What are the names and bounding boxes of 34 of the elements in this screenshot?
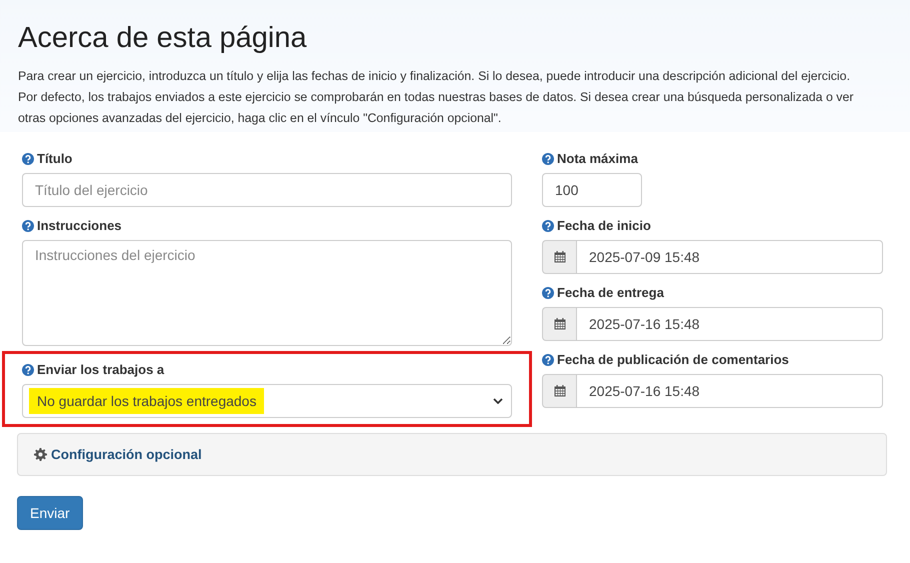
help-icon[interactable] [22, 152, 34, 164]
help-icon[interactable] [22, 220, 34, 232]
page-heading: Acerca de esta página [18, 22, 307, 55]
calendar-icon [554, 318, 566, 330]
field-label: Instrucciones [37, 218, 122, 233]
date-field[interactable]: 2025-07-16 15:48 [576, 374, 883, 408]
calendar-icon [554, 251, 566, 263]
submission-dropdown[interactable]: No guardar los trabajos entregados [22, 384, 512, 418]
optional-settings-panel[interactable]: Configuración opcional [17, 433, 887, 476]
max-grade-field[interactable]: 100 [542, 173, 642, 207]
help-icon[interactable] [542, 354, 554, 366]
chevron-icon [493, 398, 503, 404]
submit-button[interactable]: Enviar [17, 496, 83, 530]
panel-title[interactable]: Configuración opcional [51, 447, 202, 462]
field-label: Fecha de publicación de comentarios [557, 352, 789, 367]
field-label: Enviar los trabajos a [37, 362, 164, 377]
field-label: Título [37, 151, 72, 166]
calendar-icon [554, 385, 566, 397]
instructions-field[interactable]: Instrucciones del ejercicio [22, 240, 512, 346]
calendar-addon[interactable] [542, 240, 576, 274]
date-field[interactable]: 2025-07-16 15:48 [576, 307, 883, 341]
help-icon[interactable] [542, 152, 554, 164]
help-icon[interactable] [22, 364, 34, 376]
calendar-addon[interactable] [542, 374, 576, 408]
title-field[interactable]: Título del ejercicio [22, 173, 512, 207]
field-label: Fecha de inicio [557, 218, 651, 233]
date-field[interactable]: 2025-07-09 15:48 [576, 240, 883, 274]
field-label: Nota máxima [557, 151, 638, 166]
intro-paragraph: Para crear un ejercicio, introduzca un título y elija las fechas de inicio y finalización. Si lo desea, puede introducir una descripción adicional del ejercicio. Por defecto, los trabajos enviados a este ejercicio se comprobarán en todas nuestras bases de datos. Si desea crear una búsqueda personalizada o ver otras opciones avanzadas del ejercicio, haga clic en el vínculo "Configuración opcional". [18, 68, 855, 127]
help-icon[interactable] [542, 220, 554, 232]
help-icon[interactable] [542, 286, 554, 298]
gear-icon [34, 448, 47, 461]
field-label: Fecha de entrega [557, 285, 664, 300]
calendar-addon[interactable] [542, 307, 576, 341]
